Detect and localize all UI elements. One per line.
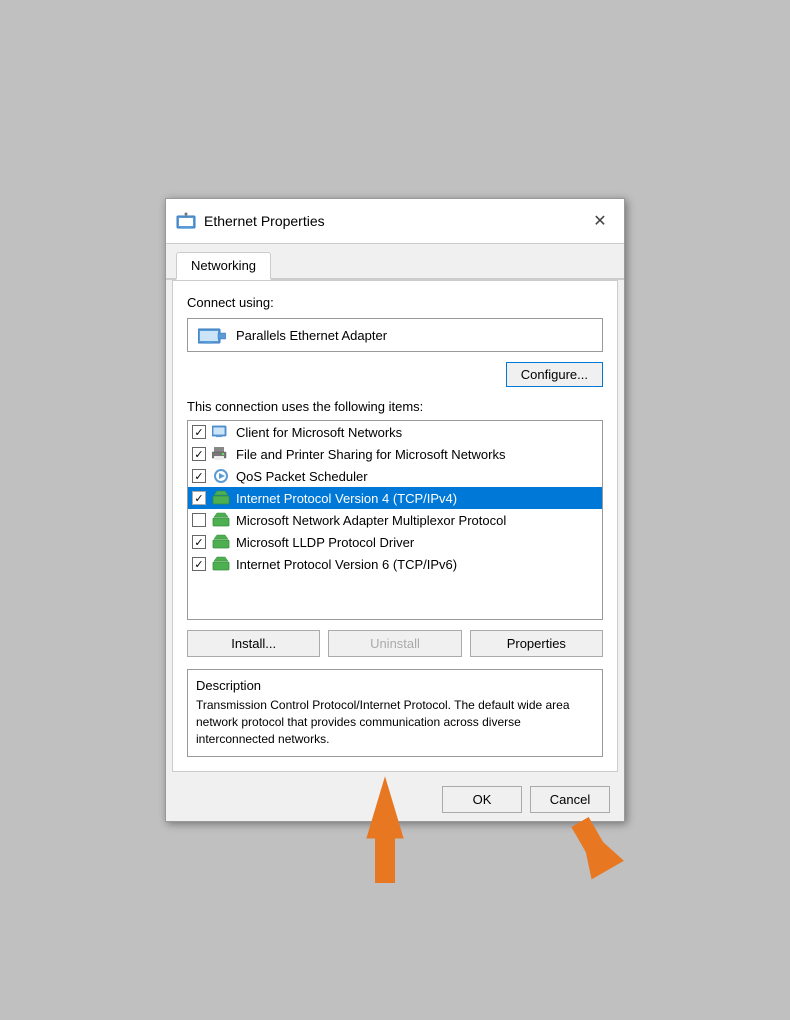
item-icon-lldp xyxy=(212,534,230,550)
item-icon-network xyxy=(212,424,230,440)
description-box: Description Transmission Control Protoco… xyxy=(187,669,603,756)
item-label-0: Client for Microsoft Networks xyxy=(236,425,402,440)
item-icon-tcp4 xyxy=(212,490,230,506)
title-bar: Ethernet Properties ✕ xyxy=(166,199,624,244)
description-title: Description xyxy=(196,678,594,693)
cancel-button[interactable]: Cancel xyxy=(530,786,610,813)
dialog-icon xyxy=(176,211,196,231)
checkbox-3[interactable]: ✓ xyxy=(192,491,206,505)
list-item[interactable]: ✓ Microsoft LLDP Protocol Driver xyxy=(188,531,602,553)
items-label: This connection uses the following items… xyxy=(187,399,603,414)
item-label-2: QoS Packet Scheduler xyxy=(236,469,368,484)
item-icon-multiplexor xyxy=(212,512,230,528)
uninstall-button[interactable]: Uninstall xyxy=(328,630,461,657)
item-label-6: Internet Protocol Version 6 (TCP/IPv6) xyxy=(236,557,457,572)
action-buttons: Install... Uninstall Properties xyxy=(187,630,603,657)
ok-button[interactable]: OK xyxy=(442,786,522,813)
list-item-selected[interactable]: ✓ Internet Protocol Version 4 (TCP/IPv4) xyxy=(188,487,602,509)
configure-button[interactable]: Configure... xyxy=(506,362,603,387)
dialog-content: Connect using: Parallels Ethernet Adapte… xyxy=(172,280,618,771)
checkbox-6[interactable]: ✓ xyxy=(192,557,206,571)
adapter-box: Parallels Ethernet Adapter xyxy=(187,318,603,352)
checkbox-0[interactable]: ✓ xyxy=(192,425,206,439)
close-button[interactable]: ✕ xyxy=(586,207,614,235)
checkbox-5[interactable]: ✓ xyxy=(192,535,206,549)
tabs-container: Networking xyxy=(166,244,624,280)
item-label-3: Internet Protocol Version 4 (TCP/IPv4) xyxy=(236,491,457,506)
dialog-footer: OK Cancel xyxy=(166,778,624,821)
checkbox-2[interactable]: ✓ xyxy=(192,469,206,483)
install-button[interactable]: Install... xyxy=(187,630,320,657)
list-item[interactable]: Microsoft Network Adapter Multiplexor Pr… xyxy=(188,509,602,531)
adapter-name: Parallels Ethernet Adapter xyxy=(236,328,387,343)
checkbox-4[interactable] xyxy=(192,513,206,527)
description-text: Transmission Control Protocol/Internet P… xyxy=(196,697,594,747)
item-icon-tcp6 xyxy=(212,556,230,572)
item-icon-printer xyxy=(212,446,230,462)
item-label-4: Microsoft Network Adapter Multiplexor Pr… xyxy=(236,513,506,528)
list-item[interactable]: ✓ File and Printer Sharing for Microsoft… xyxy=(188,443,602,465)
checkbox-1[interactable]: ✓ xyxy=(192,447,206,461)
list-item[interactable]: ✓ Client for Microsoft Networks xyxy=(188,421,602,443)
properties-button[interactable]: Properties xyxy=(470,630,603,657)
item-label-1: File and Printer Sharing for Microsoft N… xyxy=(236,447,505,462)
list-item[interactable]: ✓ Internet Protocol Version 6 (TCP/IPv6) xyxy=(188,553,602,575)
connect-using-label: Connect using: xyxy=(187,295,603,310)
tab-networking[interactable]: Networking xyxy=(176,252,271,280)
item-icon-qos xyxy=(212,468,230,484)
list-item[interactable]: ✓ QoS Packet Scheduler xyxy=(188,465,602,487)
adapter-icon xyxy=(198,325,226,345)
dialog-title: Ethernet Properties xyxy=(204,213,325,229)
item-label-5: Microsoft LLDP Protocol Driver xyxy=(236,535,414,550)
items-list[interactable]: ✓ Client for Microsoft Networks ✓ xyxy=(187,420,603,620)
